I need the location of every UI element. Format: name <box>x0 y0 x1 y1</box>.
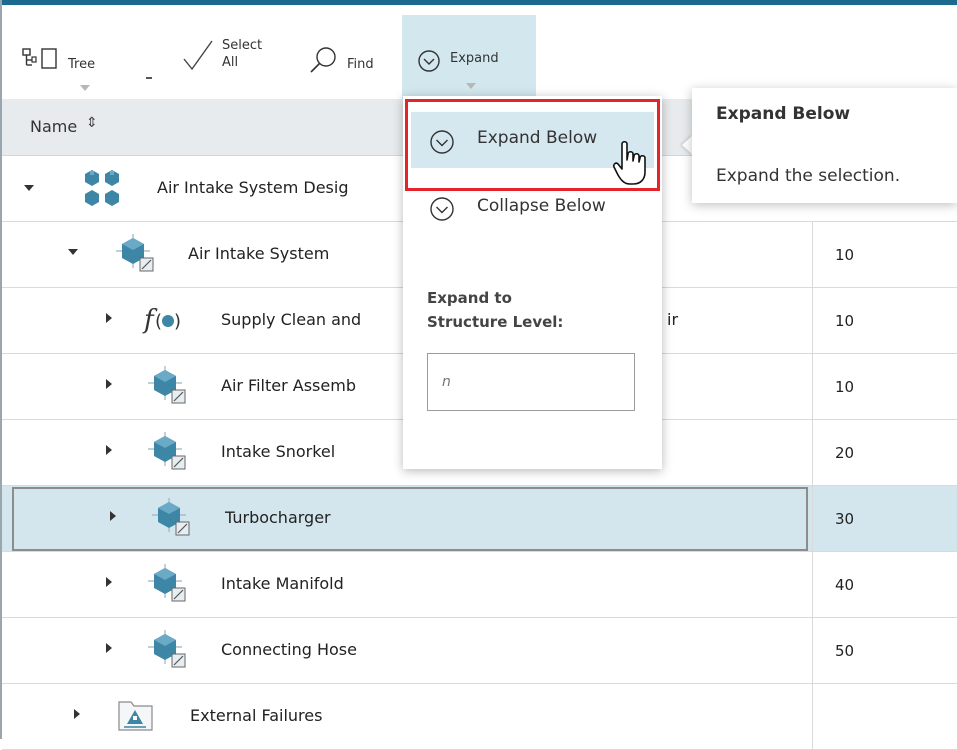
table-row[interactable]: Connecting Hose 50 <box>2 618 957 684</box>
component-icon <box>148 564 190 610</box>
sort-icon[interactable]: ⇕ <box>86 115 98 131</box>
toolbar: Tree Select All Find Expand <box>2 5 957 99</box>
menu-item-label: Collapse Below <box>477 196 606 216</box>
svg-text:): ) <box>174 311 181 332</box>
cluster-icon <box>82 168 124 214</box>
tooltip-body: Expand the selection. <box>716 166 901 186</box>
table-row[interactable]: Intake Manifold 40 <box>2 552 957 618</box>
number-cell: 50 <box>812 618 957 683</box>
number-cell: 20 <box>812 420 957 485</box>
tree-icon <box>22 45 62 75</box>
component-icon <box>148 432 190 478</box>
collapse-toggle-icon[interactable] <box>68 249 78 255</box>
select-all-button[interactable]: Select All <box>182 15 282 93</box>
search-icon <box>307 45 341 79</box>
number-cell <box>812 684 957 749</box>
toolbar-separator <box>146 77 152 79</box>
folder-icon <box>116 698 156 738</box>
expand-toggle-icon[interactable] <box>106 313 112 323</box>
expand-circle-icon <box>417 49 441 77</box>
checkmark-icon <box>182 37 214 77</box>
tooltip: Expand Below Expand the selection. <box>692 88 957 203</box>
select-label-line1: Select <box>222 38 263 53</box>
find-button[interactable]: Find <box>307 15 397 93</box>
number-cell: 30 <box>812 486 957 551</box>
expand-button[interactable]: Expand <box>402 15 536 99</box>
collapse-toggle-icon[interactable] <box>24 185 34 191</box>
selection-focus-outline <box>12 487 808 551</box>
row-number: 30 <box>835 510 855 528</box>
table-row[interactable]: External Failures <box>2 684 957 750</box>
expand-label: Expand <box>450 51 499 66</box>
row-number: 10 <box>835 378 855 396</box>
structure-level-input[interactable] <box>427 353 635 411</box>
component-icon <box>148 630 190 676</box>
expand-toggle-icon[interactable] <box>106 643 112 653</box>
row-number: 20 <box>835 444 855 462</box>
tree-button[interactable]: Tree <box>22 15 112 93</box>
row-number: 40 <box>835 576 855 594</box>
row-number: 10 <box>835 246 855 264</box>
row-label: Air Intake System <box>188 244 330 263</box>
row-number: 10 <box>835 312 855 330</box>
expand-toggle-icon[interactable] <box>74 709 80 719</box>
structure-level-label-line2: Structure Level: <box>427 313 564 331</box>
expand-toggle-icon[interactable] <box>106 445 112 455</box>
row-label: Air Filter Assemb <box>221 376 356 395</box>
component-icon <box>116 234 158 280</box>
tree-dropdown-caret[interactable] <box>80 85 90 91</box>
collapse-circle-icon <box>429 196 455 226</box>
svg-text:(: ( <box>155 311 162 332</box>
component-icon <box>148 366 190 412</box>
row-number: 50 <box>835 642 855 660</box>
number-cell: 10 <box>812 354 957 419</box>
row-label: Air Intake System Desig <box>157 178 349 197</box>
row-label: Supply Clean and <box>221 310 362 329</box>
expand-toggle-icon[interactable] <box>106 379 112 389</box>
row-label: Intake Manifold <box>221 574 344 593</box>
hand-pointer-cursor-icon <box>612 140 652 192</box>
row-label: External Failures <box>190 706 323 725</box>
tree-label: Tree <box>68 57 96 72</box>
row-label: Connecting Hose <box>221 640 357 659</box>
number-cell: 10 <box>812 288 957 353</box>
structure-level-label: Expand to Structure Level: <box>427 286 627 334</box>
select-label-line2: All <box>222 55 239 70</box>
row-label: Intake Snorkel <box>221 442 336 461</box>
number-cell: 10 <box>812 222 957 287</box>
expand-dropdown-caret[interactable] <box>466 83 476 89</box>
structure-level-label-line1: Expand to <box>427 289 512 307</box>
column-header-name[interactable]: Name <box>30 117 77 136</box>
function-icon: f ( ) <box>142 302 184 342</box>
row-label-tail: ir <box>667 310 679 329</box>
number-cell: 40 <box>812 552 957 617</box>
select-all-label: Select All <box>222 37 262 71</box>
expand-toggle-icon[interactable] <box>106 577 112 587</box>
find-label: Find <box>347 57 374 72</box>
tooltip-title: Expand Below <box>716 104 851 124</box>
